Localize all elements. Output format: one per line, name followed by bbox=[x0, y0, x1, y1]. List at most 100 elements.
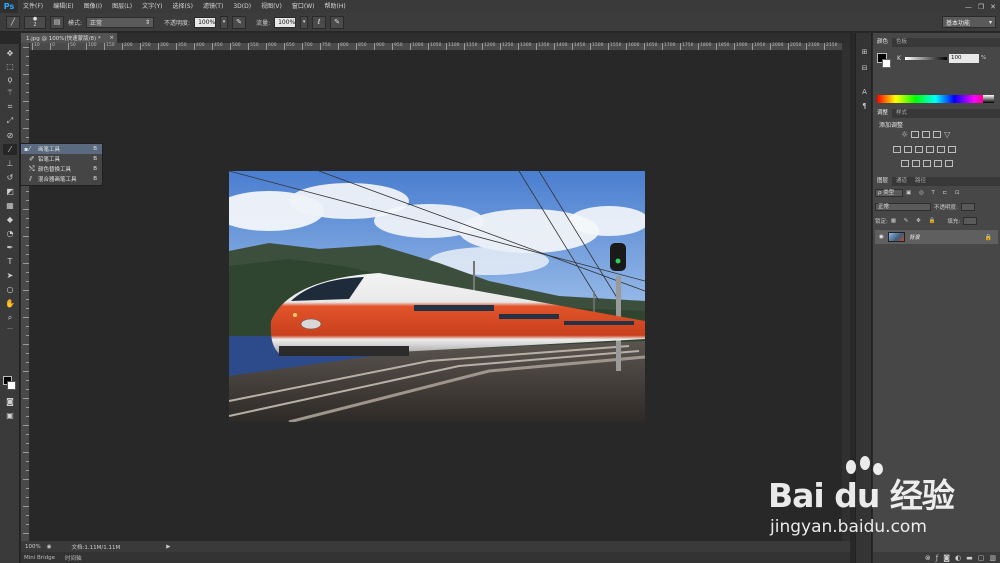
levels-icon[interactable] bbox=[911, 131, 920, 138]
marquee-tool[interactable]: ⬚ bbox=[3, 61, 17, 72]
color-spectrum[interactable] bbox=[877, 95, 994, 103]
layer-fill-input[interactable] bbox=[963, 217, 978, 225]
brush-preset-button[interactable]: ╱ bbox=[6, 15, 20, 29]
threshold-icon[interactable] bbox=[923, 160, 931, 167]
fx-icon[interactable]: ƒ bbox=[936, 554, 938, 562]
menu-window[interactable]: 窗口(W) bbox=[287, 0, 320, 13]
flyout-item-mixer-brush-tool[interactable]: ⫽ 混合器画笔工具 B bbox=[21, 174, 102, 184]
layer-opacity-input[interactable] bbox=[960, 203, 975, 211]
menu-edit[interactable]: 编辑(E) bbox=[48, 0, 78, 13]
healing-brush-tool[interactable]: ⊘ bbox=[3, 130, 17, 141]
eye-icon[interactable]: ◉ bbox=[879, 234, 884, 240]
color-balance-icon[interactable] bbox=[904, 146, 912, 153]
gradient-tool[interactable]: ▦ bbox=[3, 200, 17, 211]
crop-tool[interactable]: ⌗ bbox=[3, 101, 17, 112]
lasso-tool[interactable]: ϙ bbox=[3, 74, 17, 85]
quick-mask-button[interactable]: ◙ bbox=[3, 396, 17, 407]
character-panel-icon[interactable]: A bbox=[859, 87, 870, 97]
close-tab-icon[interactable]: × bbox=[109, 35, 114, 41]
layer-row-background[interactable]: ◉ 背景 🔒 bbox=[875, 230, 998, 244]
tab-color[interactable]: 颜色 bbox=[873, 38, 893, 47]
menu-file[interactable]: 文件(F) bbox=[18, 0, 48, 13]
add-mask-icon[interactable]: ◙ bbox=[943, 554, 950, 562]
document-image[interactable] bbox=[229, 171, 645, 422]
history-panel-icon[interactable]: ⊞ bbox=[859, 47, 870, 57]
flyout-item-pencil-tool[interactable]: ✐ 铅笔工具 B bbox=[21, 154, 102, 164]
posterize-icon[interactable] bbox=[912, 160, 920, 167]
tab-timeline[interactable]: 时间轴 bbox=[65, 554, 82, 562]
menu-help[interactable]: 帮助(H) bbox=[320, 0, 351, 13]
quick-select-tool[interactable]: ⚚ bbox=[3, 87, 17, 98]
screen-mode-button[interactable]: ▣ bbox=[3, 410, 17, 421]
tab-swatches[interactable]: 色板 bbox=[892, 38, 911, 47]
pressure-opacity-button[interactable]: ✎ bbox=[232, 15, 247, 29]
black-white-icon[interactable] bbox=[915, 146, 923, 153]
workspace-select[interactable]: 基本功能 ▾ bbox=[942, 16, 996, 28]
gradient-map-icon[interactable] bbox=[934, 160, 942, 167]
flow-dropdown[interactable]: ▾ bbox=[300, 15, 309, 29]
minimize-icon[interactable]: — bbox=[965, 3, 972, 11]
airbrush-button[interactable]: ℓ bbox=[312, 15, 327, 29]
adjustment-layer-icon[interactable]: ◐ bbox=[955, 554, 961, 562]
filter-icons[interactable]: ▣ ◎ T ⊏ ⊡ bbox=[906, 190, 963, 196]
color-panel-background[interactable] bbox=[882, 59, 891, 68]
shape-tool[interactable]: ○ bbox=[3, 284, 17, 295]
curves-icon[interactable] bbox=[922, 131, 931, 138]
lock-options-icons[interactable]: ▦ ✎ ✥ 🔒 bbox=[891, 218, 939, 224]
tab-channels[interactable]: 通道 bbox=[892, 177, 911, 186]
pen-tool[interactable]: ✒ bbox=[3, 242, 17, 253]
eyedropper-tool[interactable]: ⤢ bbox=[3, 115, 17, 126]
layer-kind-filter[interactable]: ρ 类型 bbox=[875, 189, 903, 197]
brush-tool[interactable]: ⁄ bbox=[3, 144, 17, 155]
clone-stamp-tool[interactable]: ⊥ bbox=[3, 158, 17, 169]
zoom-tool[interactable]: ⌕ bbox=[3, 312, 17, 323]
opacity-dropdown[interactable]: ▾ bbox=[220, 15, 229, 29]
k-channel-input[interactable]: 100 bbox=[949, 54, 979, 63]
dodge-tool[interactable]: ◔ bbox=[3, 228, 17, 239]
brightness-icon[interactable]: ☼ bbox=[901, 131, 908, 139]
tool-extra[interactable]: ··· bbox=[3, 324, 17, 335]
vibrance-icon[interactable]: ▽ bbox=[944, 131, 950, 139]
opacity-input[interactable]: 100% bbox=[194, 16, 217, 28]
brush-size-picker[interactable]: ● 2 bbox=[24, 15, 46, 29]
new-layer-icon[interactable]: ▢ bbox=[978, 554, 985, 562]
color-lookup-icon[interactable] bbox=[948, 146, 956, 153]
tab-mini-bridge[interactable]: Mini Bridge bbox=[24, 555, 55, 561]
hand-tool[interactable]: ✋ bbox=[3, 298, 17, 309]
eraser-tool[interactable]: ◩ bbox=[3, 186, 17, 197]
status-arrow-icon[interactable]: ▶ bbox=[166, 544, 170, 550]
blur-tool[interactable]: ◆ bbox=[3, 214, 17, 225]
background-color-swatch[interactable] bbox=[7, 381, 16, 390]
mode-select[interactable]: 正常 ⇕ bbox=[86, 16, 155, 28]
menu-3d[interactable]: 3D(D) bbox=[228, 0, 256, 13]
grayscale-ramp[interactable] bbox=[983, 95, 994, 103]
status-options-icon[interactable]: ◉ bbox=[47, 544, 52, 550]
tab-adjustments[interactable]: 调整 bbox=[873, 109, 893, 118]
properties-panel-icon[interactable]: ⊟ bbox=[859, 63, 870, 73]
history-brush-tool[interactable]: ↺ bbox=[3, 172, 17, 183]
layer-blend-mode[interactable]: 正常 bbox=[875, 203, 931, 211]
menu-view[interactable]: 视图(V) bbox=[256, 0, 287, 13]
tab-styles[interactable]: 样式 bbox=[892, 109, 911, 118]
channel-mixer-icon[interactable] bbox=[937, 146, 945, 153]
group-icon[interactable]: ▬ bbox=[966, 554, 973, 562]
menu-filter[interactable]: 滤镜(T) bbox=[198, 0, 228, 13]
menu-select[interactable]: 选择(S) bbox=[167, 0, 198, 13]
hue-saturation-icon[interactable] bbox=[893, 146, 901, 153]
k-channel-slider[interactable] bbox=[905, 57, 947, 60]
trash-icon[interactable]: ▥ bbox=[989, 554, 996, 562]
document-tab[interactable]: 1.jpg @ 100%(快速蒙版/8) * × bbox=[21, 33, 117, 43]
tab-layers[interactable]: 图层 bbox=[873, 177, 893, 186]
flyout-item-color-replacement-tool[interactable]: ⤭ 颜色替换工具 B bbox=[21, 164, 102, 174]
zoom-level[interactable]: 100% bbox=[25, 544, 41, 550]
type-tool[interactable]: T bbox=[3, 256, 17, 267]
close-icon[interactable]: ✕ bbox=[990, 3, 996, 11]
path-selection-tool[interactable]: ➤ bbox=[3, 270, 17, 281]
pressure-size-button[interactable]: ✎ bbox=[330, 15, 345, 29]
flow-input[interactable]: 100% bbox=[274, 16, 297, 28]
flyout-item-brush-tool[interactable]: ▪ ⁄ 画笔工具 B bbox=[21, 144, 102, 154]
menu-type[interactable]: 文字(Y) bbox=[137, 0, 167, 13]
exposure-icon[interactable] bbox=[933, 131, 942, 138]
restore-icon[interactable]: ❐ bbox=[978, 3, 984, 11]
tab-paths[interactable]: 路径 bbox=[911, 177, 930, 186]
